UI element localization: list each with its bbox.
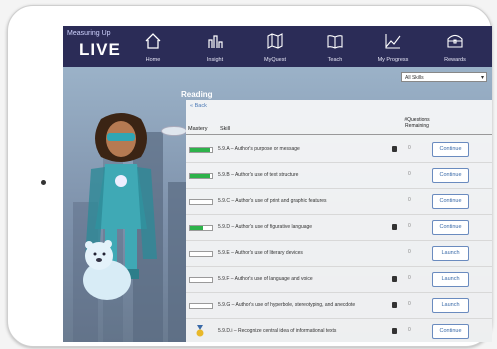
launch-button[interactable]: Launch bbox=[432, 272, 469, 287]
camera-icon bbox=[41, 180, 46, 185]
table-row: 5.9.G – Author's use of hyperbole, stere… bbox=[186, 292, 492, 319]
questions-remaining: 0 bbox=[408, 327, 411, 333]
nav-teach-label: Teach bbox=[327, 57, 343, 63]
questions-remaining: 0 bbox=[408, 223, 411, 229]
progress-chart-icon bbox=[385, 34, 401, 49]
skill-label: 5.9.B – Author's use of text structure bbox=[218, 172, 299, 178]
mastery-bar bbox=[189, 225, 213, 231]
launch-button[interactable]: Launch bbox=[432, 298, 469, 313]
nav-home[interactable]: Home bbox=[127, 26, 179, 67]
skill-label: 5.9.C – Author's use of print and graphi… bbox=[218, 198, 327, 204]
app-screen: Measuring Up LIVE Home Insight MyQuest T… bbox=[63, 26, 492, 342]
mastery-fill bbox=[190, 174, 210, 178]
tablet-frame: Measuring Up LIVE Home Insight MyQuest T… bbox=[7, 5, 492, 347]
skill-label: 5.9.D.i – Recognize central idea of info… bbox=[218, 328, 337, 334]
continue-button[interactable]: Continue bbox=[432, 194, 469, 209]
mastery-header: Mastery bbox=[188, 126, 208, 132]
mastery-bar bbox=[189, 199, 213, 205]
nav-teach[interactable]: Teach bbox=[309, 26, 361, 67]
speech-bubble bbox=[161, 126, 187, 136]
map-icon bbox=[267, 33, 283, 49]
continue-button[interactable]: Continue bbox=[432, 324, 469, 339]
nav-rewards[interactable]: Rewards bbox=[429, 26, 481, 67]
mastery-bar bbox=[189, 251, 213, 257]
nav-rewards-label: Rewards bbox=[444, 57, 466, 63]
questions-remaining: 0 bbox=[408, 171, 411, 177]
questions-remaining: 0 bbox=[408, 249, 411, 255]
table-row: 5.9.A – Author's purpose or message 0 Cont… bbox=[186, 136, 492, 163]
book-icon[interactable] bbox=[392, 276, 397, 282]
nav-insight-label: Insight bbox=[206, 57, 224, 63]
book-icon[interactable] bbox=[392, 146, 397, 152]
nav-myquest-label: MyQuest bbox=[263, 57, 286, 63]
skill-label: 5.9.A – Author's purpose or message bbox=[218, 146, 300, 152]
page-title: Reading bbox=[181, 90, 213, 99]
mastery-bar bbox=[189, 147, 213, 153]
nav-my-progress[interactable]: My Progress bbox=[367, 26, 419, 67]
questions-remaining: 0 bbox=[408, 275, 411, 281]
mastery-fill bbox=[190, 226, 204, 230]
mastery-fill bbox=[190, 148, 210, 152]
table-row: 5.9.E – Author's use of literary devices… bbox=[186, 240, 492, 267]
skill-filter-value: All Skills bbox=[405, 75, 424, 81]
book-icon[interactable] bbox=[392, 302, 397, 308]
nav-home-label: Home bbox=[145, 57, 161, 63]
top-nav-bar: Measuring Up LIVE Home Insight MyQuest T… bbox=[63, 26, 492, 67]
table-row: 5.9.D.i – Recognize central idea of info… bbox=[186, 318, 492, 342]
mastery-bar bbox=[189, 303, 213, 309]
nav-insight[interactable]: Insight bbox=[189, 26, 241, 67]
skill-label: 5.9.E – Author's use of literary devices bbox=[218, 250, 303, 256]
table-row: 5.9.F – Author's use of language and voi… bbox=[186, 266, 492, 293]
logo-subtitle: Measuring Up bbox=[67, 30, 111, 37]
nav-myquest[interactable]: MyQuest bbox=[249, 26, 301, 67]
nav-my-progress-label: My Progress bbox=[377, 57, 409, 63]
polar-bear-character bbox=[83, 240, 131, 300]
mastery-bar bbox=[189, 173, 213, 179]
book-icon[interactable] bbox=[392, 328, 397, 334]
skill-filter-dropdown[interactable]: All Skills ▾ bbox=[401, 72, 487, 82]
continue-button[interactable]: Continue bbox=[432, 142, 469, 157]
home-icon bbox=[145, 33, 161, 49]
continue-button[interactable]: Continue bbox=[432, 220, 469, 235]
book-icon[interactable] bbox=[392, 224, 397, 230]
skill-label: 5.9.G – Author's use of hyperbole, stere… bbox=[218, 302, 356, 308]
questions-remaining: 0 bbox=[408, 145, 411, 151]
book-icon bbox=[327, 35, 343, 49]
skills-panel: « Back #Questions Remaining Mastery Skil… bbox=[186, 100, 492, 342]
questions-remaining-header: #Questions Remaining bbox=[404, 117, 430, 129]
header-divider bbox=[186, 134, 492, 135]
questions-remaining: 0 bbox=[408, 301, 411, 307]
skill-label: 5.9.D – Author's use of figurative langu… bbox=[218, 224, 313, 230]
back-link[interactable]: « Back bbox=[190, 103, 207, 109]
chart-icon bbox=[208, 35, 223, 48]
launch-button[interactable]: Launch bbox=[432, 246, 469, 261]
questions-remaining: 0 bbox=[408, 197, 411, 203]
table-row: 5.9.C – Author's use of print and graphi… bbox=[186, 188, 492, 215]
chevron-down-icon: ▾ bbox=[480, 75, 484, 81]
table-row: 5.9.B – Author's use of text structure 0 C… bbox=[186, 162, 492, 189]
treasure-chest-icon bbox=[447, 34, 463, 48]
table-row: 5.9.D – Author's use of figurative langu… bbox=[186, 214, 492, 241]
mastery-bar bbox=[189, 277, 213, 283]
skill-header: Skill bbox=[220, 126, 231, 132]
medal-icon bbox=[196, 325, 204, 337]
continue-button[interactable]: Continue bbox=[432, 168, 469, 183]
skill-label: 5.9.F – Author's use of language and voi… bbox=[218, 276, 313, 282]
logo-title: LIVE bbox=[79, 40, 121, 59]
